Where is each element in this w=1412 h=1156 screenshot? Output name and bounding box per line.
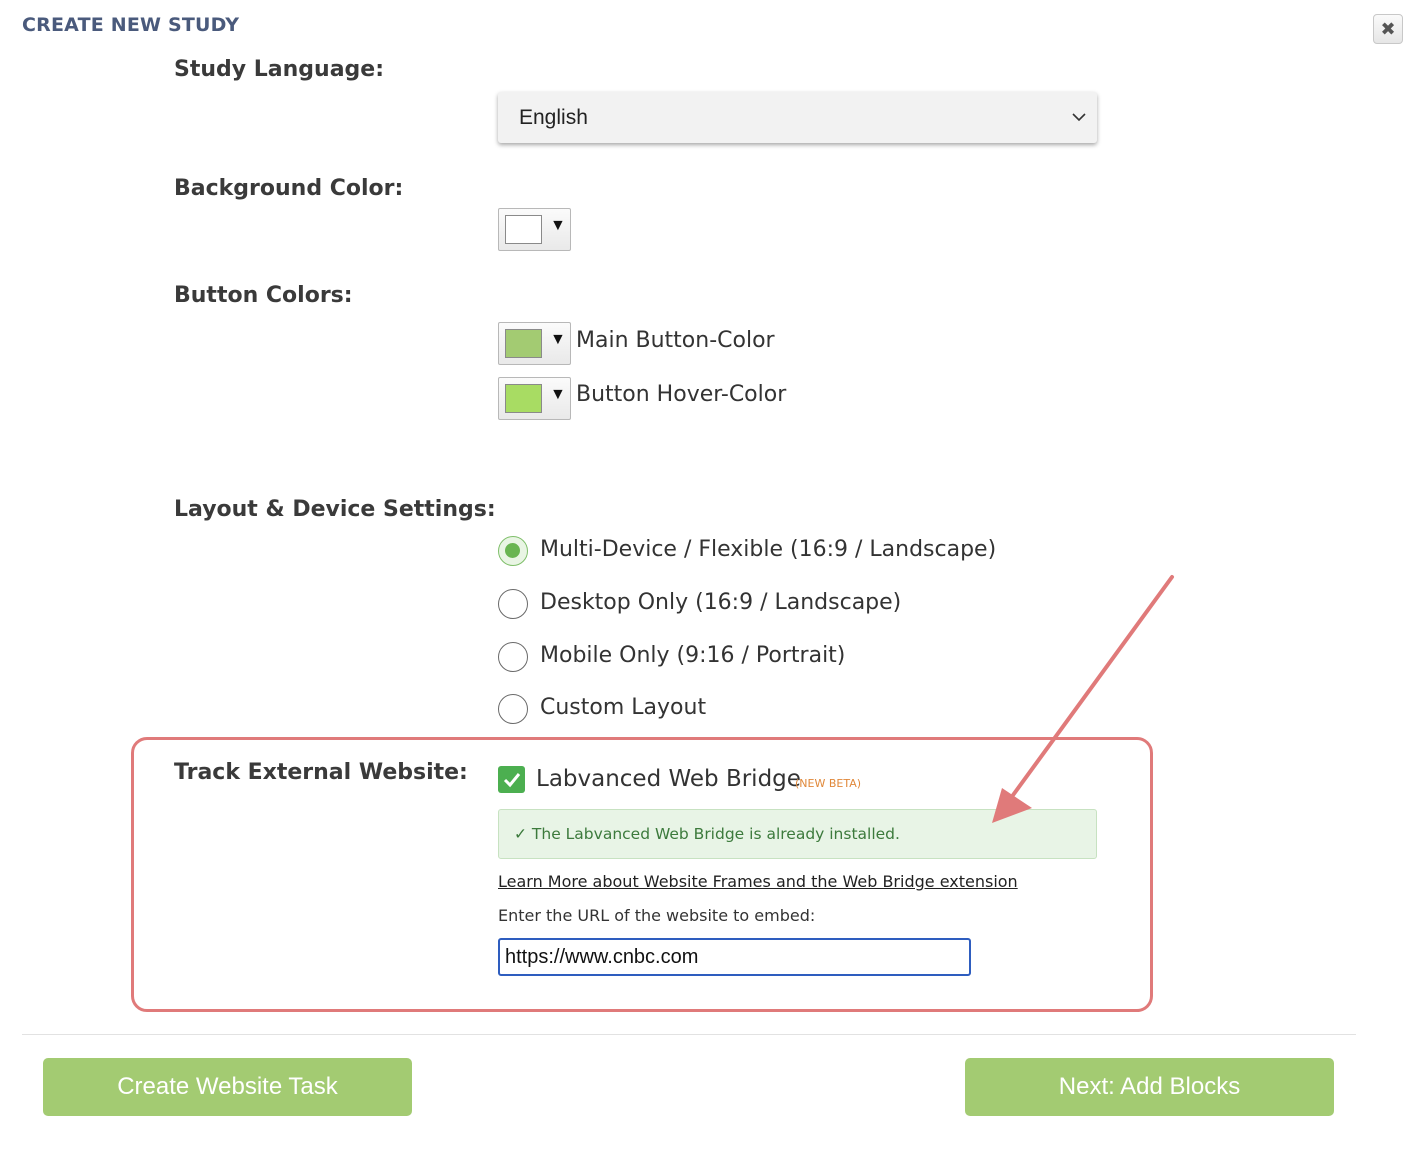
annotation-arrow-icon xyxy=(992,575,1174,823)
create-website-task-button[interactable]: Create Website Task xyxy=(43,1058,412,1116)
next-add-blocks-button[interactable]: Next: Add Blocks xyxy=(965,1058,1334,1116)
footer-divider xyxy=(22,1034,1356,1035)
